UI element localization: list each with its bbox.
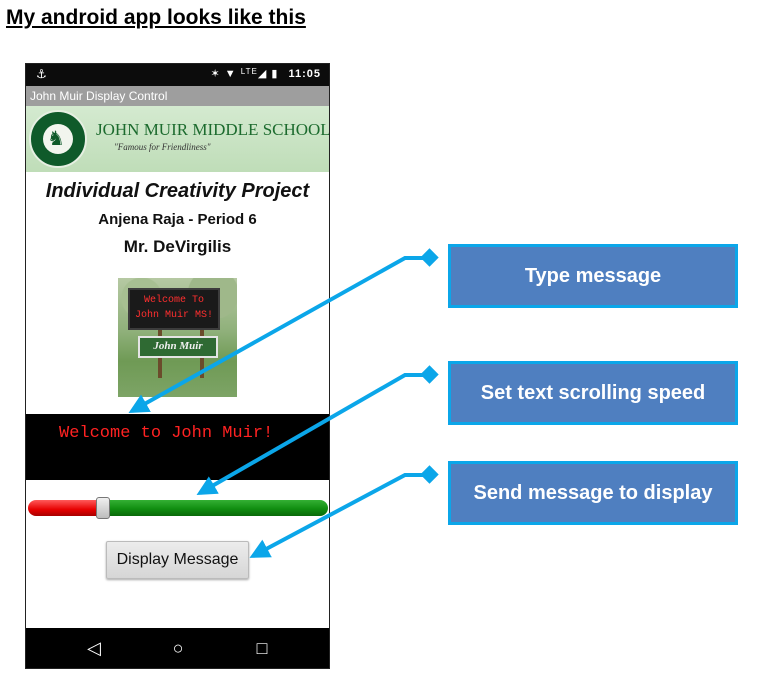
annotation-arrows: [128, 248, 439, 558]
callout-send-message: Send message to display: [448, 461, 738, 525]
arrow-diamond-1: [420, 248, 439, 267]
arrow-scroll-speed: [196, 373, 430, 495]
arrow-send-message: [249, 473, 430, 558]
callout-type-message: Type message: [448, 244, 738, 308]
arrow-diamond-2: [420, 365, 439, 384]
arrow-diamond-3: [420, 465, 439, 484]
callout-scroll-speed: Set text scrolling speed: [448, 361, 738, 425]
